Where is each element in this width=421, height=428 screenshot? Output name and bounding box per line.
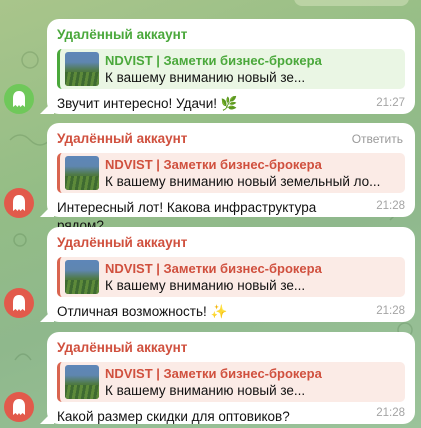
quote-title: NDVIST | Заметки бизнес-брокера [105, 261, 322, 276]
avatar[interactable] [4, 288, 34, 318]
message-text: Звучит интересно! Удачи! 🌿 [57, 96, 238, 111]
quote-title: NDVIST | Заметки бизнес-брокера [105, 53, 322, 68]
reply-quote[interactable]: NDVIST | Заметки бизнес-брокера К вашему… [57, 257, 405, 297]
quote-thumbnail [65, 260, 99, 294]
sender-name[interactable]: Удалённый аккаунт [57, 234, 405, 252]
reply-quote[interactable]: NDVIST | Заметки бизнес-брокера К вашему… [57, 362, 405, 402]
quote-thumbnail [65, 156, 99, 190]
message-time: 21:28 [376, 407, 405, 419]
quote-thumbnail [65, 52, 99, 86]
message-text: Какой размер скидки для оптовиков? [57, 409, 290, 424]
message-time: 21:27 [376, 97, 405, 109]
reply-button[interactable]: Ответить [352, 132, 403, 146]
avatar[interactable] [4, 188, 34, 218]
quote-title: NDVIST | Заметки бизнес-брокера [105, 157, 322, 172]
ghost-icon [13, 295, 25, 311]
ghost-icon [13, 399, 25, 415]
top-bar-fragment [294, 0, 409, 6]
quote-text: К вашему вниманию новый зе... [105, 70, 306, 85]
message-text: Отличная возможность! ✨ [57, 304, 228, 319]
sender-name[interactable]: Удалённый аккаунт [57, 339, 405, 357]
sender-name[interactable]: Удалённый аккаунт [57, 26, 405, 44]
reply-quote[interactable]: NDVIST | Заметки бизнес-брокера К вашему… [57, 153, 405, 193]
quote-text: К вашему вниманию новый зе... [105, 383, 306, 398]
message-bubble[interactable]: Удалённый аккаунт NDVIST | Заметки бизне… [40, 332, 415, 424]
quote-text: К вашему вниманию новый земельный ло... [105, 174, 381, 189]
ghost-icon [13, 195, 25, 211]
message-bubble[interactable]: Удалённый аккаунт NDVIST | Заметки бизне… [40, 227, 415, 322]
message-bubble[interactable]: Удалённый аккаунт NDVIST | Заметки бизне… [40, 19, 415, 114]
quote-text: К вашему вниманию новый зе... [105, 278, 306, 293]
ghost-icon [13, 91, 25, 107]
reply-quote[interactable]: NDVIST | Заметки бизнес-брокера К вашему… [57, 49, 405, 89]
message-time: 21:28 [376, 200, 405, 212]
message-time: 21:28 [376, 305, 405, 317]
avatar[interactable] [4, 392, 34, 422]
message-bubble[interactable]: Удалённый аккаунт Ответить NDVIST | Заме… [40, 123, 415, 233]
avatar[interactable] [4, 84, 34, 114]
quote-title: NDVIST | Заметки бизнес-брокера [105, 366, 322, 381]
quote-thumbnail [65, 365, 99, 399]
